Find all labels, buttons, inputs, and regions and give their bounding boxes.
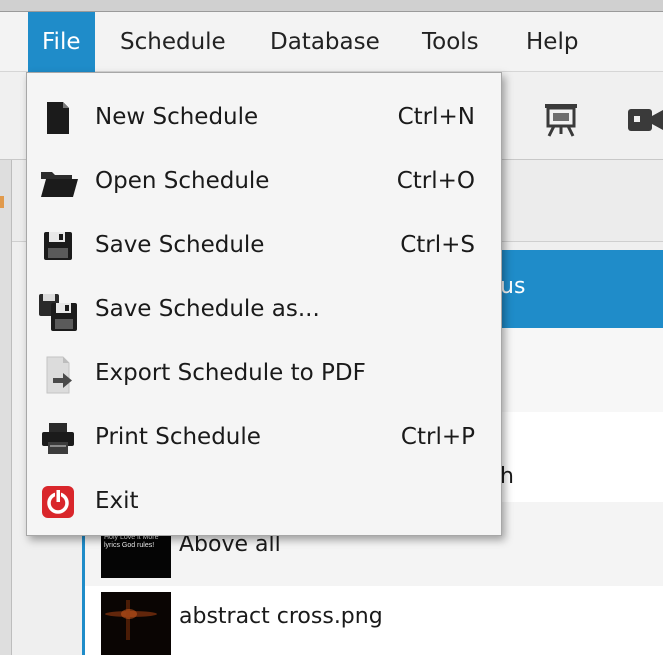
menu-item-print-schedule[interactable]: Print Schedule Ctrl+P bbox=[27, 405, 501, 469]
menu-help[interactable]: Help bbox=[512, 12, 592, 72]
menu-item-save-schedule-as[interactable]: Save Schedule as... bbox=[27, 277, 501, 341]
image-thumbnail bbox=[101, 592, 171, 655]
menu-item-open-schedule[interactable]: Open Schedule Ctrl+O bbox=[27, 149, 501, 213]
menu-item-label: Print Schedule bbox=[95, 424, 261, 450]
printer-icon bbox=[39, 419, 77, 457]
menu-item-exit[interactable]: Exit bbox=[27, 469, 501, 533]
menu-item-save-schedule[interactable]: Save Schedule Ctrl+S bbox=[27, 213, 501, 277]
menu-item-shortcut: Ctrl+O bbox=[396, 168, 475, 194]
menu-item-shortcut: Ctrl+N bbox=[397, 104, 475, 130]
menu-item-label: Save Schedule bbox=[95, 232, 265, 258]
power-icon bbox=[39, 483, 77, 521]
window-top-edge bbox=[0, 0, 663, 12]
menu-tools[interactable]: Tools bbox=[408, 12, 493, 72]
menu-item-label: Open Schedule bbox=[95, 168, 270, 194]
menu-item-new-schedule[interactable]: New Schedule Ctrl+N bbox=[27, 85, 501, 149]
menu-database[interactable]: Database bbox=[256, 12, 394, 72]
side-panel-marker bbox=[0, 196, 4, 208]
menu-item-shortcut: Ctrl+P bbox=[400, 424, 475, 450]
save-as-icon bbox=[37, 291, 77, 331]
menu-item-label: New Schedule bbox=[95, 104, 259, 130]
export-icon bbox=[39, 355, 77, 394]
folder-icon bbox=[39, 163, 78, 201]
menu-item-export-pdf[interactable]: Export Schedule to PDF bbox=[27, 341, 501, 405]
menu-item-label: Save Schedule as... bbox=[95, 296, 320, 322]
list-item-text: abstract cross.png bbox=[179, 604, 383, 629]
side-panel-edge bbox=[0, 160, 12, 655]
floppy-disk-icon bbox=[39, 227, 77, 265]
thumbnail-text: Holy Love it More lyrics God rules! bbox=[104, 534, 159, 549]
list-item-text: h bbox=[500, 464, 514, 489]
menu-file[interactable]: File bbox=[28, 12, 95, 72]
presentation-icon[interactable] bbox=[543, 102, 579, 142]
menu-item-label: Export Schedule to PDF bbox=[95, 360, 366, 386]
schedule-row-abstract-cross[interactable]: abstract cross.png bbox=[85, 586, 663, 655]
list-item-text: us bbox=[500, 274, 526, 299]
menu-item-shortcut: Ctrl+S bbox=[400, 232, 475, 258]
file-menu-dropdown: New Schedule Ctrl+N Open Schedule Ctrl+O… bbox=[26, 72, 502, 536]
new-document-icon bbox=[39, 99, 77, 137]
menu-item-label: Exit bbox=[95, 488, 139, 514]
menu-bar: File Schedule Database Tools Help bbox=[0, 12, 663, 72]
menu-schedule[interactable]: Schedule bbox=[106, 12, 240, 72]
camera-icon[interactable] bbox=[626, 106, 663, 138]
